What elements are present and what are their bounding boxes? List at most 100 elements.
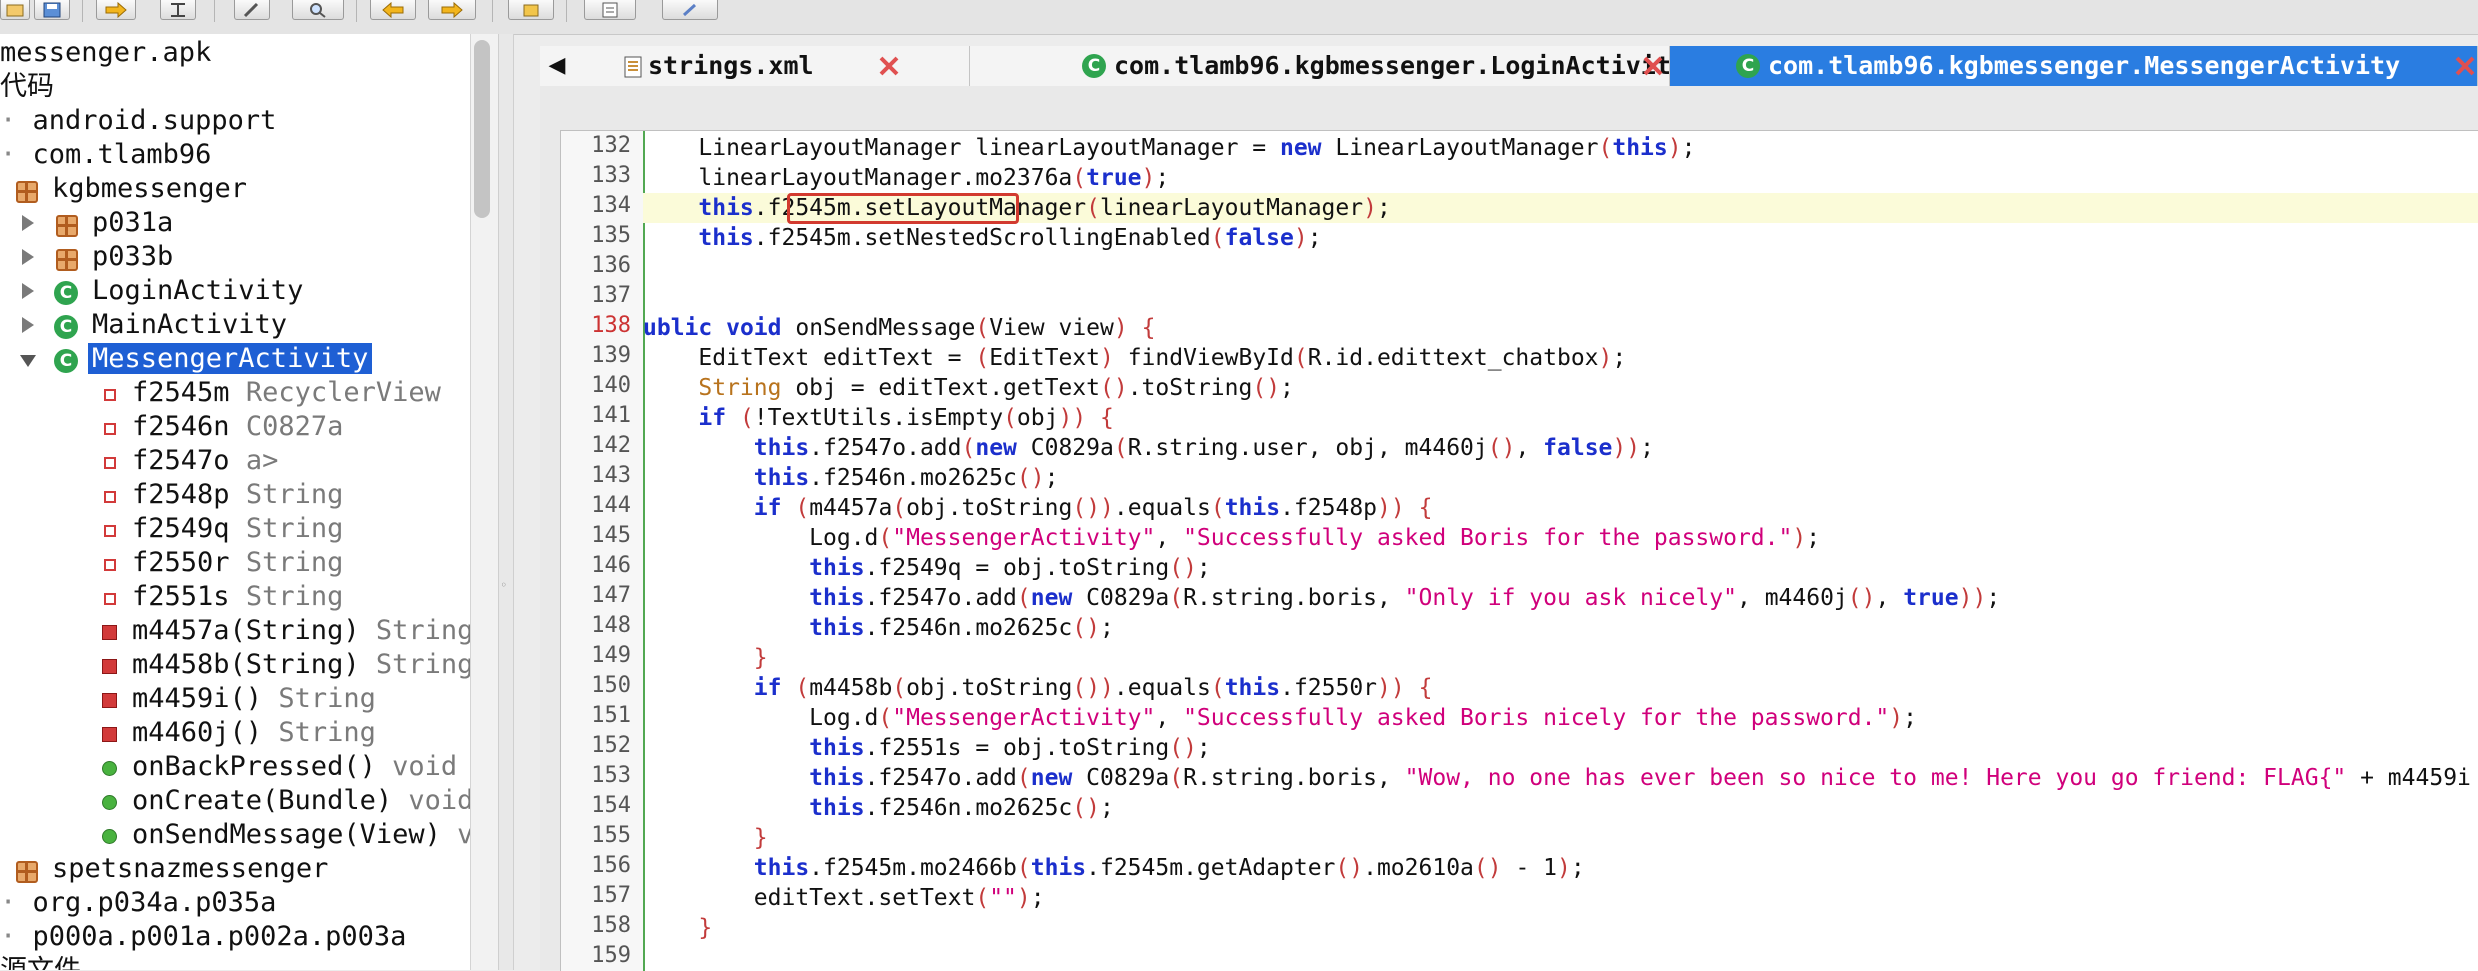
code-line: this.f2551s = obj.toString(); <box>809 735 1211 761</box>
tree-item-apk[interactable]: messenger.apk <box>0 36 211 70</box>
line-number: 145 <box>591 523 631 548</box>
line-number: 134 <box>591 193 631 218</box>
tree-item-method[interactable]: m4459i() String <box>132 682 376 716</box>
code-line: EditText editText = (EditText) findViewB… <box>643 345 1627 371</box>
tree-item-method[interactable]: m4457a(String) String <box>132 614 470 648</box>
code-line: ublic void onSendMessage(View view) { <box>643 315 1156 341</box>
tree-item-sources[interactable]: 源文件 <box>0 954 81 970</box>
tree-item-field[interactable]: f2549q String <box>132 512 343 546</box>
line-number: 143 <box>591 463 631 488</box>
code-line: LinearLayoutManager linearLayoutManager … <box>643 135 1696 161</box>
package-icon <box>56 249 78 271</box>
code-line: } <box>753 645 768 671</box>
code-line: this.f2546n.mo2625c(); <box>753 465 1059 491</box>
back-arrow-icon[interactable] <box>370 0 416 20</box>
tree-item-com-tlamb96[interactable]: · com.tlamb96 <box>0 138 211 172</box>
tree-item-field[interactable]: f2545m RecyclerView <box>132 376 441 410</box>
expand-arrow-icon[interactable] <box>22 317 34 333</box>
public-method-icon <box>102 829 117 844</box>
tree-item-field[interactable]: f2551s String <box>132 580 343 614</box>
tab-scroll-left-icon[interactable]: ◀ <box>540 46 574 86</box>
line-number: 132 <box>591 133 631 158</box>
search-icon[interactable] <box>292 0 344 20</box>
tree-item-field[interactable]: f2546n C0827a <box>132 410 343 444</box>
tree-item-method[interactable]: onCreate(Bundle) void <box>132 784 470 818</box>
tree-item-method[interactable]: onBackPressed() void <box>132 750 457 784</box>
tab-strings-xml[interactable]: strings.xml <box>540 46 970 86</box>
line-number: 138 <box>591 313 631 338</box>
tab-messenger-activity[interactable]: C com.tlamb96.kgbmessenger.MessengerActi… <box>1670 46 2478 86</box>
tree-scrollbar-thumb[interactable] <box>474 40 490 218</box>
field-icon <box>104 389 116 401</box>
line-number: 147 <box>591 583 631 608</box>
public-method-icon <box>102 761 117 776</box>
wand-icon[interactable] <box>234 0 270 20</box>
tree-item-spetsnazmessenger[interactable]: spetsnazmessenger <box>52 852 328 886</box>
field-icon <box>104 525 116 537</box>
save-icon[interactable] <box>34 0 70 20</box>
code-line: if (m4458b(obj.toString()).equals(this.f… <box>753 675 1433 701</box>
forward-icon[interactable] <box>96 0 136 20</box>
export-icon[interactable] <box>508 0 554 20</box>
tree-item-org[interactable]: · org.p034a.p035a <box>0 886 276 920</box>
field-icon <box>104 457 116 469</box>
line-number: 135 <box>591 223 631 248</box>
expand-arrow-icon[interactable] <box>22 249 34 265</box>
tree-item-p031a[interactable]: p031a <box>92 206 173 240</box>
code-editor[interactable]: 132 133 134 135 136 137 138 139 140 141 … <box>560 130 2478 971</box>
tree-item-android-support[interactable]: · android.support <box>0 104 276 138</box>
tree-item-field[interactable]: f2550r String <box>132 546 343 580</box>
code-line: linearLayoutManager.mo2376a(true); <box>643 165 1170 191</box>
tree-item-method[interactable]: onSendMessage(View) v <box>132 818 470 852</box>
code-line: Log.d("MessengerActivity", "Successfully… <box>643 705 1918 731</box>
expand-arrow-icon[interactable] <box>22 215 34 231</box>
close-tab-icon[interactable] <box>878 55 900 77</box>
line-number: 136 <box>591 253 631 278</box>
method-highlight-box <box>787 193 1019 224</box>
tree-item-p033b[interactable]: p033b <box>92 240 173 274</box>
package-icon <box>56 215 78 237</box>
code-line: editText.setText(""); <box>643 885 1045 911</box>
line-number: 158 <box>591 913 631 938</box>
public-method-icon <box>102 795 117 810</box>
field-icon <box>104 423 116 435</box>
tree-item-p000a[interactable]: · p000a.p001a.p002a.p003a <box>0 920 406 954</box>
split-divider[interactable] <box>498 34 514 970</box>
structure-icon[interactable] <box>160 0 196 20</box>
tree-item-messenger-activity[interactable]: MessengerActivity <box>88 342 373 376</box>
class-icon: C <box>1082 54 1106 78</box>
package-icon <box>16 861 38 883</box>
code-line: String obj = editText.getText().toString… <box>698 375 1294 401</box>
tree-item-main-activity[interactable]: MainActivity <box>92 308 287 342</box>
field-icon <box>104 593 116 605</box>
code-line: this.f2545m.setNestedScrollingEnabled(fa… <box>698 225 1322 251</box>
line-number: 150 <box>591 673 631 698</box>
tree-item-login-activity[interactable]: LoginActivity <box>92 274 303 308</box>
settings-icon[interactable] <box>662 0 718 20</box>
code-line: this.f2547o.add(new C0829a(R.string.bori… <box>809 585 2001 611</box>
tree-item-field[interactable]: f2547o a> <box>132 444 278 478</box>
tree-item-code[interactable]: 代码 <box>0 70 54 104</box>
tree-item-method[interactable]: m4458b(String) String <box>132 648 470 682</box>
tree-item-method[interactable]: m4460j() String <box>132 716 376 750</box>
line-number: 156 <box>591 853 631 878</box>
package-icon <box>16 181 38 203</box>
close-tab-icon[interactable] <box>2454 55 2476 77</box>
log-icon[interactable] <box>584 0 636 20</box>
line-number: 159 <box>591 943 631 968</box>
private-method-icon <box>102 659 117 674</box>
class-icon: C <box>1736 54 1760 78</box>
xml-file-icon <box>624 56 642 78</box>
open-icon[interactable] <box>0 0 30 20</box>
tab-login-activity[interactable]: C com.tlamb96.kgbmessenger.LoginActivity <box>970 46 1686 86</box>
close-tab-icon[interactable] <box>1642 55 1664 77</box>
code-line: this.f2549q = obj.toString(); <box>809 555 1211 581</box>
class-icon: C <box>54 315 78 339</box>
code-line: Log.d("MessengerActivity", "Successfully… <box>643 525 1821 551</box>
forward-arrow-icon[interactable] <box>428 0 476 20</box>
line-number: 148 <box>591 613 631 638</box>
expand-arrow-icon[interactable] <box>22 283 34 299</box>
collapse-arrow-icon[interactable] <box>20 355 36 367</box>
tree-item-field[interactable]: f2548p String <box>132 478 343 512</box>
tree-item-kgbmessenger[interactable]: kgbmessenger <box>52 172 247 206</box>
